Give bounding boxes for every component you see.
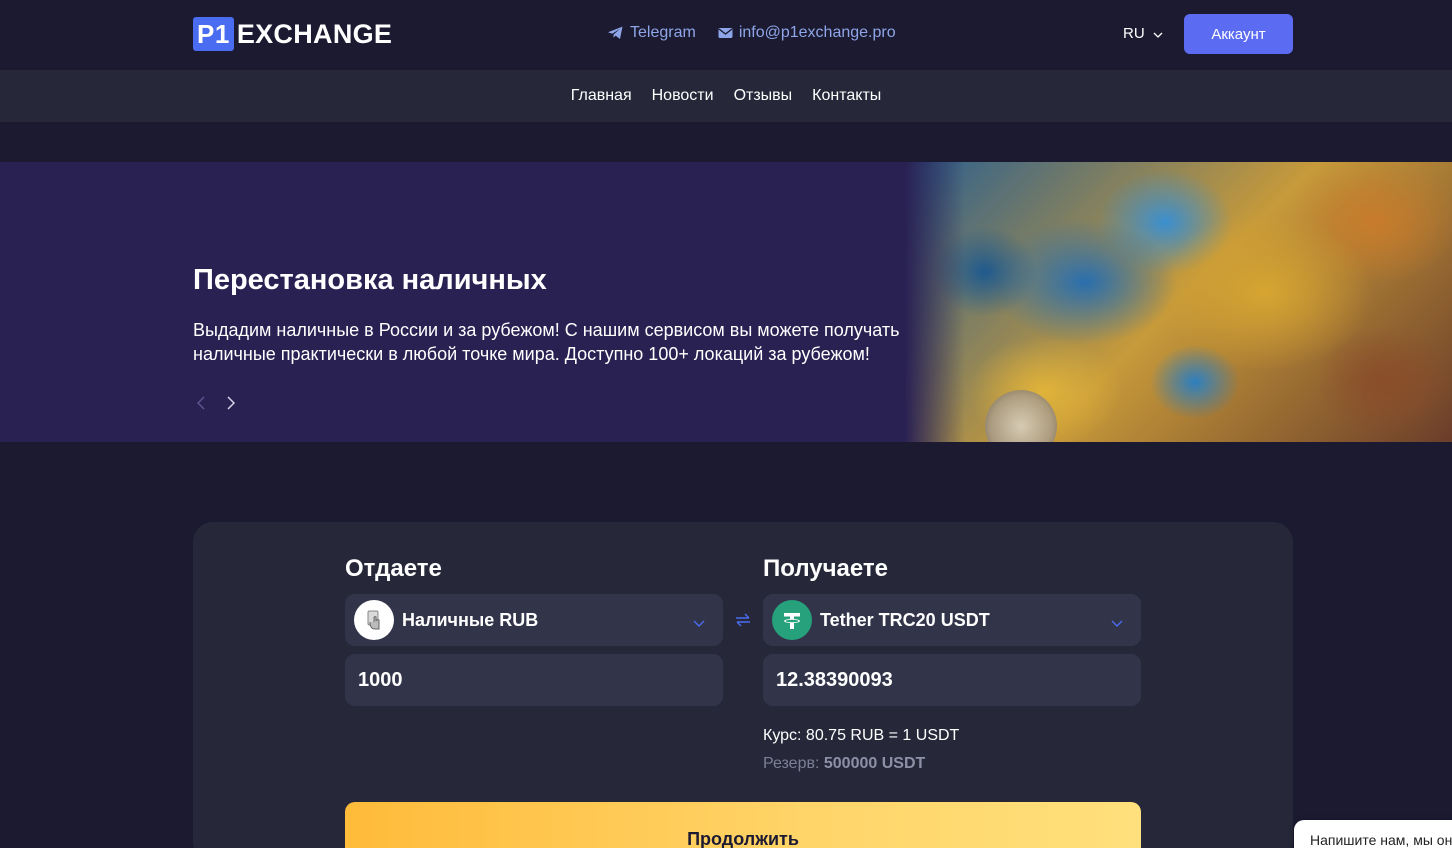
telegram-icon xyxy=(607,26,624,40)
telegram-link[interactable]: Telegram xyxy=(607,24,696,42)
get-amount-input[interactable]: 12.38390093 xyxy=(763,654,1141,706)
get-currency-name: Tether TRC20 USDT xyxy=(820,609,990,630)
tether-icon xyxy=(772,600,812,640)
hero-image-fade xyxy=(905,162,965,442)
give-currency-name: Наличные RUB xyxy=(402,609,539,630)
hero-title: Перестановка наличных xyxy=(193,264,547,296)
nav-item-home[interactable]: Главная xyxy=(571,87,632,105)
reserve-value: 500000 USDT xyxy=(823,755,926,772)
give-title: Отдаете xyxy=(345,555,442,582)
cash-hand-icon xyxy=(354,600,394,640)
give-amount-input[interactable]: 1000 xyxy=(345,654,723,706)
language-label: RU xyxy=(1123,25,1145,42)
nav-item-contacts[interactable]: Контакты xyxy=(812,87,881,105)
logo[interactable]: P1 EXCHANGE xyxy=(193,17,392,51)
get-title: Получаете xyxy=(763,555,889,582)
slider-next-icon[interactable] xyxy=(223,394,239,412)
account-button[interactable]: Аккаунт xyxy=(1184,14,1293,54)
get-currency-select[interactable]: Tether TRC20 USDT xyxy=(763,594,1141,646)
exchange-rate: Курс: 80.75 RUB = 1 USDT xyxy=(763,727,960,744)
slider-arrows xyxy=(193,394,239,412)
language-selector[interactable]: RU xyxy=(1123,25,1163,42)
chevron-down-icon xyxy=(1111,614,1123,632)
telegram-label: Telegram xyxy=(630,24,696,41)
email-label: info@p1exchange.pro xyxy=(738,24,896,41)
slider-prev-icon[interactable] xyxy=(193,394,209,412)
chat-widget[interactable]: Напишите нам, мы он xyxy=(1294,820,1452,848)
email-icon xyxy=(718,27,733,39)
swap-arrows-icon[interactable] xyxy=(734,613,752,632)
reserve-info: Резерв: 500000 USDT xyxy=(763,755,925,773)
main-nav: Главная Новости Отзывы Контакты xyxy=(0,70,1452,122)
exchange-card: Отдаете Наличные RUB 1000 Получаете Teth… xyxy=(193,522,1293,848)
header-contacts: Telegram info@p1exchange.pro xyxy=(607,24,896,42)
email-link[interactable]: info@p1exchange.pro xyxy=(718,24,896,42)
chevron-down-icon xyxy=(1153,25,1163,42)
give-currency-select[interactable]: Наличные RUB xyxy=(345,594,723,646)
continue-button[interactable]: Продолжить xyxy=(345,802,1141,848)
nav-item-news[interactable]: Новости xyxy=(652,87,714,105)
top-header: P1 EXCHANGE Telegram info@p1exchange.pro… xyxy=(0,0,1452,70)
nav-item-reviews[interactable]: Отзывы xyxy=(734,87,793,105)
hero-description: Выдадим наличные в России и за рубежом! … xyxy=(193,320,900,364)
hero-slider: Перестановка наличных Выдадим наличные в… xyxy=(0,162,1452,442)
reserve-label: Резерв: xyxy=(763,755,820,772)
hero-map-image xyxy=(905,162,1452,442)
chevron-down-icon xyxy=(693,614,705,632)
logo-badge: P1 xyxy=(193,17,234,51)
logo-text: EXCHANGE xyxy=(236,18,393,49)
